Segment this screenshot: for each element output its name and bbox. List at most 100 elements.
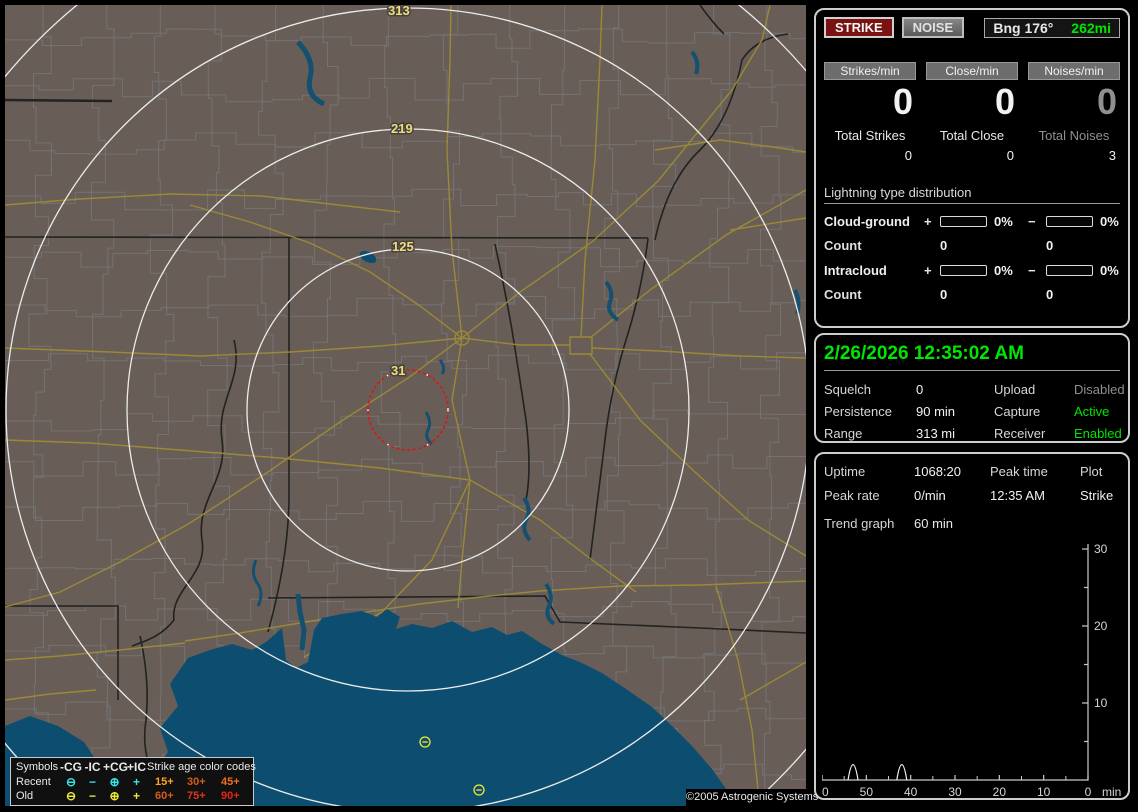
intracloud-row: Intracloud + 0% − 0%	[824, 263, 1120, 278]
strike-mode-button[interactable]: STRIKE	[824, 17, 894, 38]
circle-plus-icon: ⊕	[109, 789, 120, 803]
trend-x-tick: 20	[993, 785, 1007, 796]
upload-status: Disabled	[1074, 382, 1125, 397]
cg-positive-bar	[940, 215, 987, 227]
status-panel: 2/26/2026 12:35:02 AM Squelch 0 Upload D…	[814, 333, 1130, 443]
plot-mode-value: Strike	[1080, 488, 1114, 503]
counters-panel: STRIKE NOISE Bng 176° 262mi Strikes/min …	[814, 8, 1130, 328]
total-noises-value: 3	[1108, 147, 1116, 163]
trend-peak	[847, 764, 859, 781]
squelch-value: 0	[916, 382, 924, 397]
age-code-60: 60+	[155, 790, 174, 802]
range-value: 313 mi	[916, 426, 956, 441]
strikes-counter-column: Strikes/min 0 Total Strikes 0	[824, 62, 916, 163]
map-canvas[interactable]: 313 219 125 31	[0, 0, 806, 812]
intracloud-label: Intracloud	[824, 262, 887, 278]
age-code-30: 30+	[187, 775, 206, 788]
app-window: { "controls": { "strike_button": "STRIKE…	[0, 0, 1138, 812]
range-label: Range	[824, 426, 863, 441]
cloud-ground-row: Cloud-ground + 0% − 0%	[824, 214, 1120, 229]
uptime-label: Uptime	[824, 464, 866, 479]
map-legend: Symbols -CG -IC +CG +IC Strike age color…	[10, 757, 256, 806]
ic-negative-pct: 0%	[1100, 262, 1119, 278]
trend-x-unit: min	[1102, 785, 1121, 796]
legend-header-pic: +IC	[126, 760, 146, 774]
stats-panel: Uptime 1068:20 Peak time Plot Peak rate …	[814, 452, 1130, 800]
trend-y-tick: 30	[1094, 542, 1108, 556]
persistence-value: 90 min	[916, 404, 956, 419]
legend-header-ncg: -CG	[60, 760, 82, 774]
legend-header-pcg: +CG	[103, 760, 129, 774]
trend-y-tick: 20	[1094, 619, 1108, 633]
bearing-readout: Bng 176° 262mi	[984, 17, 1120, 38]
noises-per-min-button[interactable]: Noises/min	[1028, 62, 1120, 80]
trend-x-tick: 50	[860, 785, 874, 796]
peak-time-label: Peak time	[990, 464, 1048, 479]
datetime-display: 2/26/2026 12:35:02 AM	[824, 343, 1120, 371]
age-code-45: 45+	[221, 775, 240, 788]
persistence-label: Persistence	[824, 404, 892, 419]
minus-sign: −	[1028, 262, 1036, 278]
close-per-min-button[interactable]: Close/min	[926, 62, 1018, 80]
upload-label: Upload	[994, 382, 1036, 397]
copyright-notice: ©2005 Astrogenic Systems	[686, 789, 818, 806]
trend-x-tick: 30	[948, 785, 962, 796]
total-noises-label: Total Noises	[1038, 127, 1110, 143]
circle-plus-icon: ⊕	[109, 774, 120, 789]
total-strikes-label: Total Strikes	[834, 127, 906, 143]
trend-y-tick: 10	[1094, 696, 1108, 710]
ring-label-31: 31	[391, 363, 405, 378]
ic-negative-count: 0	[1046, 286, 1054, 302]
bearing-label: Bng 176°	[993, 19, 1054, 36]
ic-count-label: Count	[824, 286, 862, 302]
age-code-90: 90+	[221, 790, 240, 802]
bearing-distance: 262mi	[1071, 19, 1111, 36]
peak-rate-value: 0/min	[914, 488, 946, 503]
ic-negative-bar	[1046, 264, 1093, 276]
capture-status: Active	[1074, 404, 1110, 419]
cg-positive-pct: 0%	[994, 213, 1013, 229]
trend-peak	[896, 764, 908, 781]
legend-header-symbols: Symbols	[16, 761, 59, 773]
minus-sign: −	[1028, 213, 1036, 229]
noises-per-min-value: 0	[1096, 81, 1117, 122]
trend-x-tick: 60	[822, 785, 829, 796]
ic-positive-pct: 0%	[994, 262, 1013, 278]
capture-label: Capture	[994, 404, 1041, 419]
cg-negative-count: 0	[1046, 237, 1054, 253]
strikes-per-min-button[interactable]: Strikes/min	[824, 62, 916, 80]
intracloud-count-row: Count 0 0	[824, 287, 1120, 302]
squelch-label: Squelch	[824, 382, 871, 397]
ring-label-313: 313	[388, 3, 410, 18]
cloud-ground-count-row: Count 0 0	[824, 238, 1120, 253]
noises-counter-column: Noises/min 0 Total Noises 3	[1028, 62, 1120, 163]
cg-negative-pct: 0%	[1100, 213, 1119, 229]
noise-mode-button[interactable]: NOISE	[901, 17, 965, 38]
total-close-label: Total Close	[939, 127, 1005, 143]
legend-header-nic: -IC	[84, 760, 101, 774]
strike-map[interactable]: 313 219 125 31 Symbols -CG -IC +CG +IC S…	[0, 0, 818, 812]
plus-icon: +	[132, 774, 140, 789]
age-code-15: 15+	[155, 775, 174, 788]
plus-sign: +	[924, 262, 932, 278]
peak-rate-label: Peak rate	[824, 488, 880, 503]
ic-positive-count: 0	[940, 286, 948, 302]
close-counter-column: Close/min 0 Total Close 0	[926, 62, 1018, 163]
plus-icon: +	[132, 789, 140, 803]
legend-age-title: Strike age color codes	[147, 761, 256, 773]
legend-row-recent-label: Recent	[16, 775, 51, 788]
uptime-value: 1068:20	[914, 464, 961, 479]
receiver-status: Enabled	[1074, 426, 1122, 441]
close-per-min-value: 0	[994, 81, 1015, 122]
cg-negative-bar	[1046, 215, 1093, 227]
receiver-label: Receiver	[994, 426, 1046, 441]
cg-positive-count: 0	[940, 237, 948, 253]
distribution-title: Lightning type distribution	[824, 185, 1120, 204]
ring-label-219: 219	[391, 121, 413, 136]
legend-row-old-label: Old	[16, 790, 34, 802]
strikes-per-min-value: 0	[892, 81, 913, 122]
trend-x-tick: 10	[1037, 785, 1051, 796]
circle-minus-icon: ⊖	[65, 774, 77, 789]
cloud-ground-label: Cloud-ground	[824, 213, 910, 229]
trend-x-tick: 40	[904, 785, 918, 796]
